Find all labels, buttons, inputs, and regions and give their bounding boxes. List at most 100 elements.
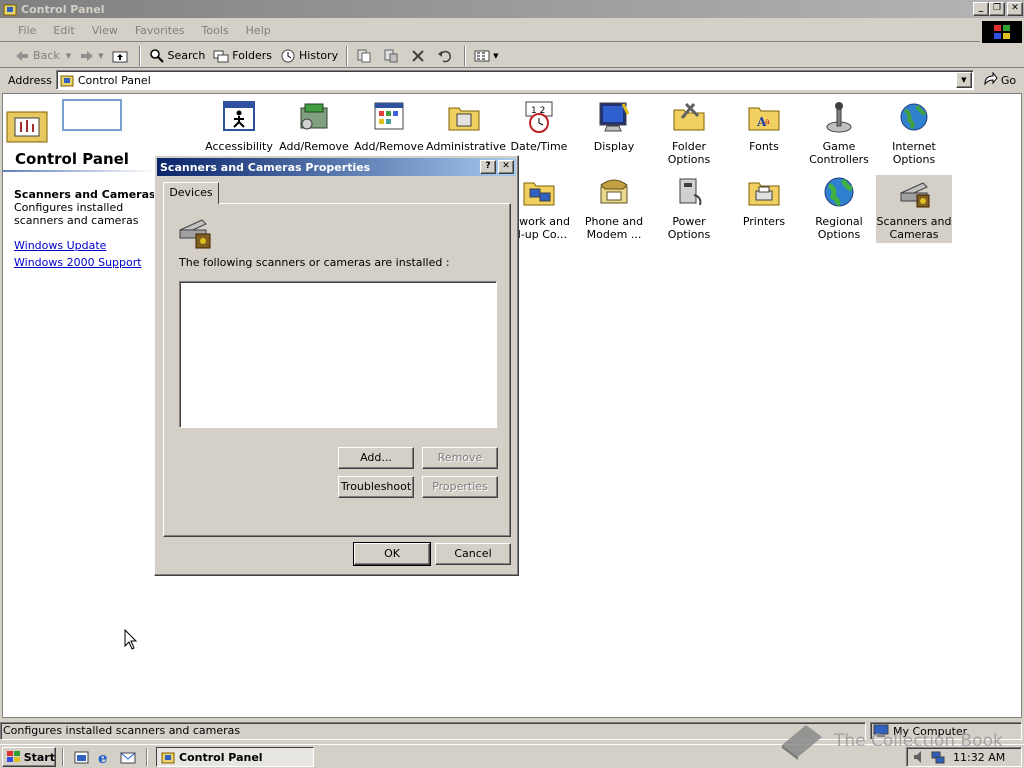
scanners-cameras-icon[interactable]: Scanners and Cameras	[876, 175, 952, 243]
globe-icon	[900, 103, 928, 131]
search-button[interactable]: Search	[145, 45, 210, 67]
help-button[interactable]: ?	[480, 160, 496, 174]
status-message: Configures installed scanners and camera…	[3, 724, 241, 737]
printer-folder-icon	[748, 182, 780, 206]
properties-button[interactable]: Properties	[422, 476, 498, 498]
folders-icon	[213, 50, 229, 62]
views-icon	[474, 50, 490, 61]
views-button[interactable]: ▼	[470, 45, 502, 67]
clock-time[interactable]: 11:32 AM	[953, 751, 1005, 764]
windows-update-link[interactable]: Windows Update	[14, 239, 106, 252]
svg-text:e: e	[98, 749, 108, 765]
printers-icon[interactable]: Printers	[726, 175, 802, 228]
move-to-button[interactable]	[352, 45, 379, 67]
restore-button[interactable]: ❐	[989, 2, 1005, 16]
dialog-titlebar[interactable]: Scanners and Cameras Properties	[157, 158, 516, 176]
cancel-button[interactable]: Cancel	[435, 543, 511, 565]
taskbar-control-panel-button[interactable]: Control Panel	[156, 747, 314, 767]
menu-tools[interactable]: Tools	[202, 24, 229, 37]
icon-label: Regional Options	[815, 215, 863, 241]
window-titlebar[interactable]: Control Panel	[0, 0, 1024, 18]
properties-dialog: Scanners and Cameras Properties ? ✕ Devi…	[154, 155, 519, 576]
window-title: Control Panel	[21, 2, 105, 16]
toolbar-separator	[464, 45, 467, 66]
taskbar-separator	[146, 748, 148, 766]
tab-panel: The following scanners or cameras are in…	[163, 203, 511, 537]
left-panel-divider	[3, 170, 157, 172]
fonts-icon[interactable]: Aa Fonts	[726, 100, 802, 153]
icon-label: Printers	[742, 215, 786, 228]
taskbar: Start e Control Panel The Collection Boo…	[0, 725, 1024, 768]
close-window-button[interactable]: ✕	[1007, 2, 1023, 16]
tab-devices-label: Devices	[169, 186, 213, 199]
display-icon[interactable]: Display	[576, 100, 652, 153]
start-button[interactable]: Start	[2, 747, 56, 767]
delete-button[interactable]	[406, 45, 433, 67]
dialog-title: Scanners and Cameras Properties	[160, 160, 371, 174]
windows-flag-icon	[7, 751, 20, 762]
folders-button[interactable]: Folders	[209, 45, 276, 67]
search-icon	[149, 48, 164, 63]
start-label: Start	[23, 750, 55, 764]
dialog-close-button[interactable]: ✕	[498, 160, 514, 174]
tab-devices[interactable]: Devices	[163, 182, 219, 204]
phone-modem-icon[interactable]: Phone and Modem ...	[576, 175, 652, 241]
remove-button[interactable]: Remove	[422, 447, 498, 469]
internet-options-icon[interactable]: Internet Options	[876, 100, 952, 166]
volume-icon[interactable]	[913, 750, 927, 764]
search-label: Search	[167, 49, 206, 62]
admin-tools-icon	[448, 107, 480, 131]
control-panel-icon	[3, 4, 17, 16]
fonts-folder-icon: Aa	[748, 107, 780, 131]
address-input[interactable]: Control Panel ▼	[55, 70, 974, 90]
folder-options-icon-img	[673, 102, 705, 131]
up-folder-button[interactable]	[108, 45, 135, 67]
game-controllers-icon[interactable]: Game Controllers	[801, 100, 877, 166]
menu-view[interactable]: View	[92, 24, 118, 37]
scanner-icon	[900, 182, 930, 208]
icon-label: Date/Time	[510, 140, 568, 153]
copy-to-button[interactable]	[379, 45, 406, 67]
accessibility-icon	[223, 101, 255, 131]
icon-label: Scanners and Cameras	[876, 215, 952, 241]
power-icon	[679, 178, 702, 206]
address-dropdown-button[interactable]: ▼	[955, 72, 972, 88]
add-button[interactable]: Add...	[338, 447, 414, 469]
regional-options-icon[interactable]: Regional Options	[801, 175, 877, 241]
troubleshoot-button[interactable]: Troubleshoot	[338, 476, 414, 498]
status-text: Configures installed scanners and camera…	[0, 722, 866, 740]
installed-devices-text: The following scanners or cameras are in…	[179, 256, 450, 269]
forward-button[interactable]: ▼	[75, 45, 107, 67]
go-button[interactable]: Go	[978, 69, 1020, 91]
back-label: Back	[33, 49, 60, 62]
outlook-express-icon[interactable]	[120, 749, 136, 765]
move-to-icon	[357, 49, 371, 62]
menu-edit[interactable]: Edit	[53, 24, 74, 37]
undo-button[interactable]	[433, 45, 460, 67]
power-options-icon[interactable]: Power Options	[651, 175, 727, 241]
control-panel-icon	[60, 75, 74, 87]
menu-favorites[interactable]: Favorites	[135, 24, 185, 37]
book-icon	[782, 725, 822, 760]
history-button[interactable]: History	[276, 45, 342, 67]
menu-help[interactable]: Help	[246, 24, 271, 37]
folder-options-icon[interactable]: Folder Options	[651, 100, 727, 166]
date-time-icon[interactable]: 1 2 Date/Time	[501, 100, 577, 153]
go-arrow-icon	[984, 72, 998, 86]
internet-explorer-icon[interactable]: e	[97, 749, 113, 765]
windows-2000-support-link[interactable]: Windows 2000 Support	[14, 256, 142, 269]
devices-listbox[interactable]	[179, 281, 497, 428]
chevron-down-icon: ▼	[493, 51, 499, 60]
minimize-button[interactable]: _	[973, 2, 989, 16]
standard-toolbar: Back ▼ ▼ Search Folders History ▼	[0, 44, 1024, 68]
show-desktop-icon[interactable]	[74, 749, 90, 765]
forward-arrow-icon	[81, 50, 94, 61]
icon-label: Internet Options	[892, 140, 936, 166]
address-label: Address	[8, 73, 52, 87]
back-button[interactable]: Back ▼	[10, 45, 75, 67]
icon-label: Folder Options	[667, 140, 711, 166]
menu-file[interactable]: File	[18, 24, 36, 37]
network-tray-icon[interactable]	[931, 750, 945, 764]
ok-button[interactable]: OK	[353, 542, 431, 566]
menu-bar: File Edit View Favorites Tools Help	[0, 20, 980, 42]
